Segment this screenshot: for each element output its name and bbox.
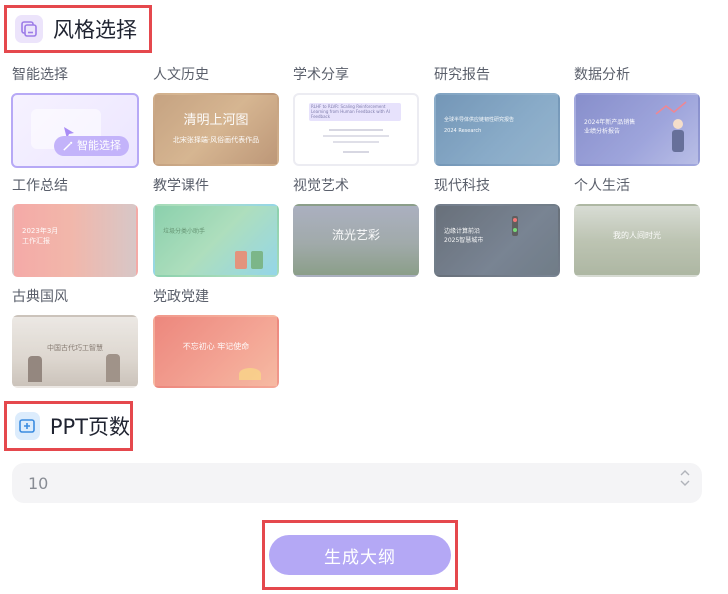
thumb-title: 不忘初心 牢记使命 [182, 342, 250, 351]
page-count-input[interactable]: 10 [12, 463, 702, 503]
template-label: 古典国风 [12, 289, 68, 305]
thumb-subtitle: 2025智慧城市 [444, 237, 484, 244]
template-label: 研究报告 [434, 67, 490, 83]
template-thumb[interactable]: 中国古代巧工智慧 [12, 315, 138, 388]
chevron-down-icon[interactable] [680, 479, 690, 487]
thumb-subtitle: 北宋张择端·风俗画代表作品 [172, 136, 260, 144]
presenter-illustration [655, 101, 687, 152]
template-modern-tech[interactable]: 现代科技 边缘计算前沿 2025智慧城市 [434, 176, 560, 277]
ppt-pages-title: PPT页数 [49, 415, 130, 439]
smart-badge-label: 智能选择 [77, 139, 121, 152]
template-label: 数据分析 [574, 67, 630, 83]
template-thumb[interactable]: 边缘计算前沿 2025智慧城市 [434, 204, 560, 277]
style-section-title: 风格选择 [53, 18, 137, 42]
thumb-subtitle: 工作汇报 [22, 237, 50, 245]
magic-wand-icon [63, 141, 73, 151]
style-icon [15, 15, 43, 43]
template-classical-chinese[interactable]: 古典国风 中国古代巧工智慧 [12, 287, 138, 388]
thumb-title: 我的人间时光 [613, 231, 661, 240]
template-thumb[interactable]: 2024年新产品销售 业绩分析报告 [574, 93, 700, 166]
template-label: 智能选择 [12, 67, 68, 83]
template-research-report[interactable]: 研究报告 全球半导体供应链韧性研究报告 2024 Research [434, 65, 560, 166]
page-count-value: 10 [28, 473, 49, 493]
generate-outline-button[interactable]: 生成大纲 [269, 535, 451, 575]
template-label: 教学课件 [153, 178, 209, 194]
template-academic-share[interactable]: 学术分享 RLHF to RLVR: Scaling Reinforcement… [293, 65, 419, 166]
thumb-subtitle: 2024 Research [444, 128, 482, 134]
template-thumb[interactable]: 全球半导体供应链韧性研究报告 2024 Research [434, 93, 560, 166]
template-label: 党政党建 [153, 289, 209, 305]
thumb-title: 垃圾分类小助手 [163, 228, 206, 235]
thumb-title: 清明上河图 [183, 113, 249, 128]
page-count-stepper[interactable] [680, 469, 690, 487]
template-thumb[interactable]: 垃圾分类小助手 [153, 204, 279, 277]
template-thumb[interactable]: 不忘初心 牢记使命 [153, 315, 279, 388]
template-label: 人文历史 [153, 67, 209, 83]
template-thumb[interactable]: 我的人间时光 [574, 204, 700, 277]
template-thumb[interactable]: 清明上河图 北宋张择端·风俗画代表作品 [153, 93, 279, 166]
chevron-up-icon[interactable] [680, 469, 690, 477]
smart-select-badge[interactable]: 智能选择 [54, 136, 129, 156]
ppt-pages-section-header: PPT页数 [4, 401, 133, 451]
thumb-title: 中国古代巧工智慧 [47, 344, 103, 352]
thumb-title: 全球半导体供应链韧性研究报告 [444, 117, 515, 123]
template-label: 工作总结 [12, 178, 68, 194]
template-thumb[interactable]: 智能选择 [11, 93, 139, 168]
template-personal-life[interactable]: 个人生活 我的人间时光 [574, 176, 700, 277]
template-party-building[interactable]: 党政党建 不忘初心 牢记使命 [153, 287, 279, 388]
thumb-title: RLHF to RLVR: Scaling Reinforcement Lear… [311, 104, 390, 119]
thumb-title: 流光艺彩 [331, 228, 380, 242]
style-section-header: 风格选择 [4, 5, 152, 53]
template-smart[interactable]: 智能选择 智能选择 [11, 65, 139, 168]
template-label: 学术分享 [293, 67, 349, 83]
template-label: 视觉艺术 [293, 178, 349, 194]
template-humanities-history[interactable]: 人文历史 清明上河图 北宋张择端·风俗画代表作品 [153, 65, 279, 166]
template-thumb[interactable]: RLHF to RLVR: Scaling Reinforcement Lear… [293, 93, 419, 166]
thumb-subtitle: 业绩分析报告 [584, 128, 621, 135]
template-visual-art[interactable]: 视觉艺术 流光艺彩 [293, 176, 419, 277]
template-thumb[interactable]: 流光艺彩 [293, 204, 419, 277]
template-label: 个人生活 [574, 178, 630, 194]
template-label: 现代科技 [434, 178, 490, 194]
template-data-analysis[interactable]: 数据分析 2024年新产品销售 业绩分析报告 [574, 65, 700, 166]
template-teaching-courseware[interactable]: 教学课件 垃圾分类小助手 [153, 176, 279, 277]
template-work-summary[interactable]: 工作总结 2023年3月 工作汇报 [12, 176, 138, 277]
generate-button-highlight: 生成大纲 [262, 520, 458, 590]
page-add-icon [15, 412, 40, 440]
template-thumb[interactable]: 2023年3月 工作汇报 [12, 204, 138, 277]
